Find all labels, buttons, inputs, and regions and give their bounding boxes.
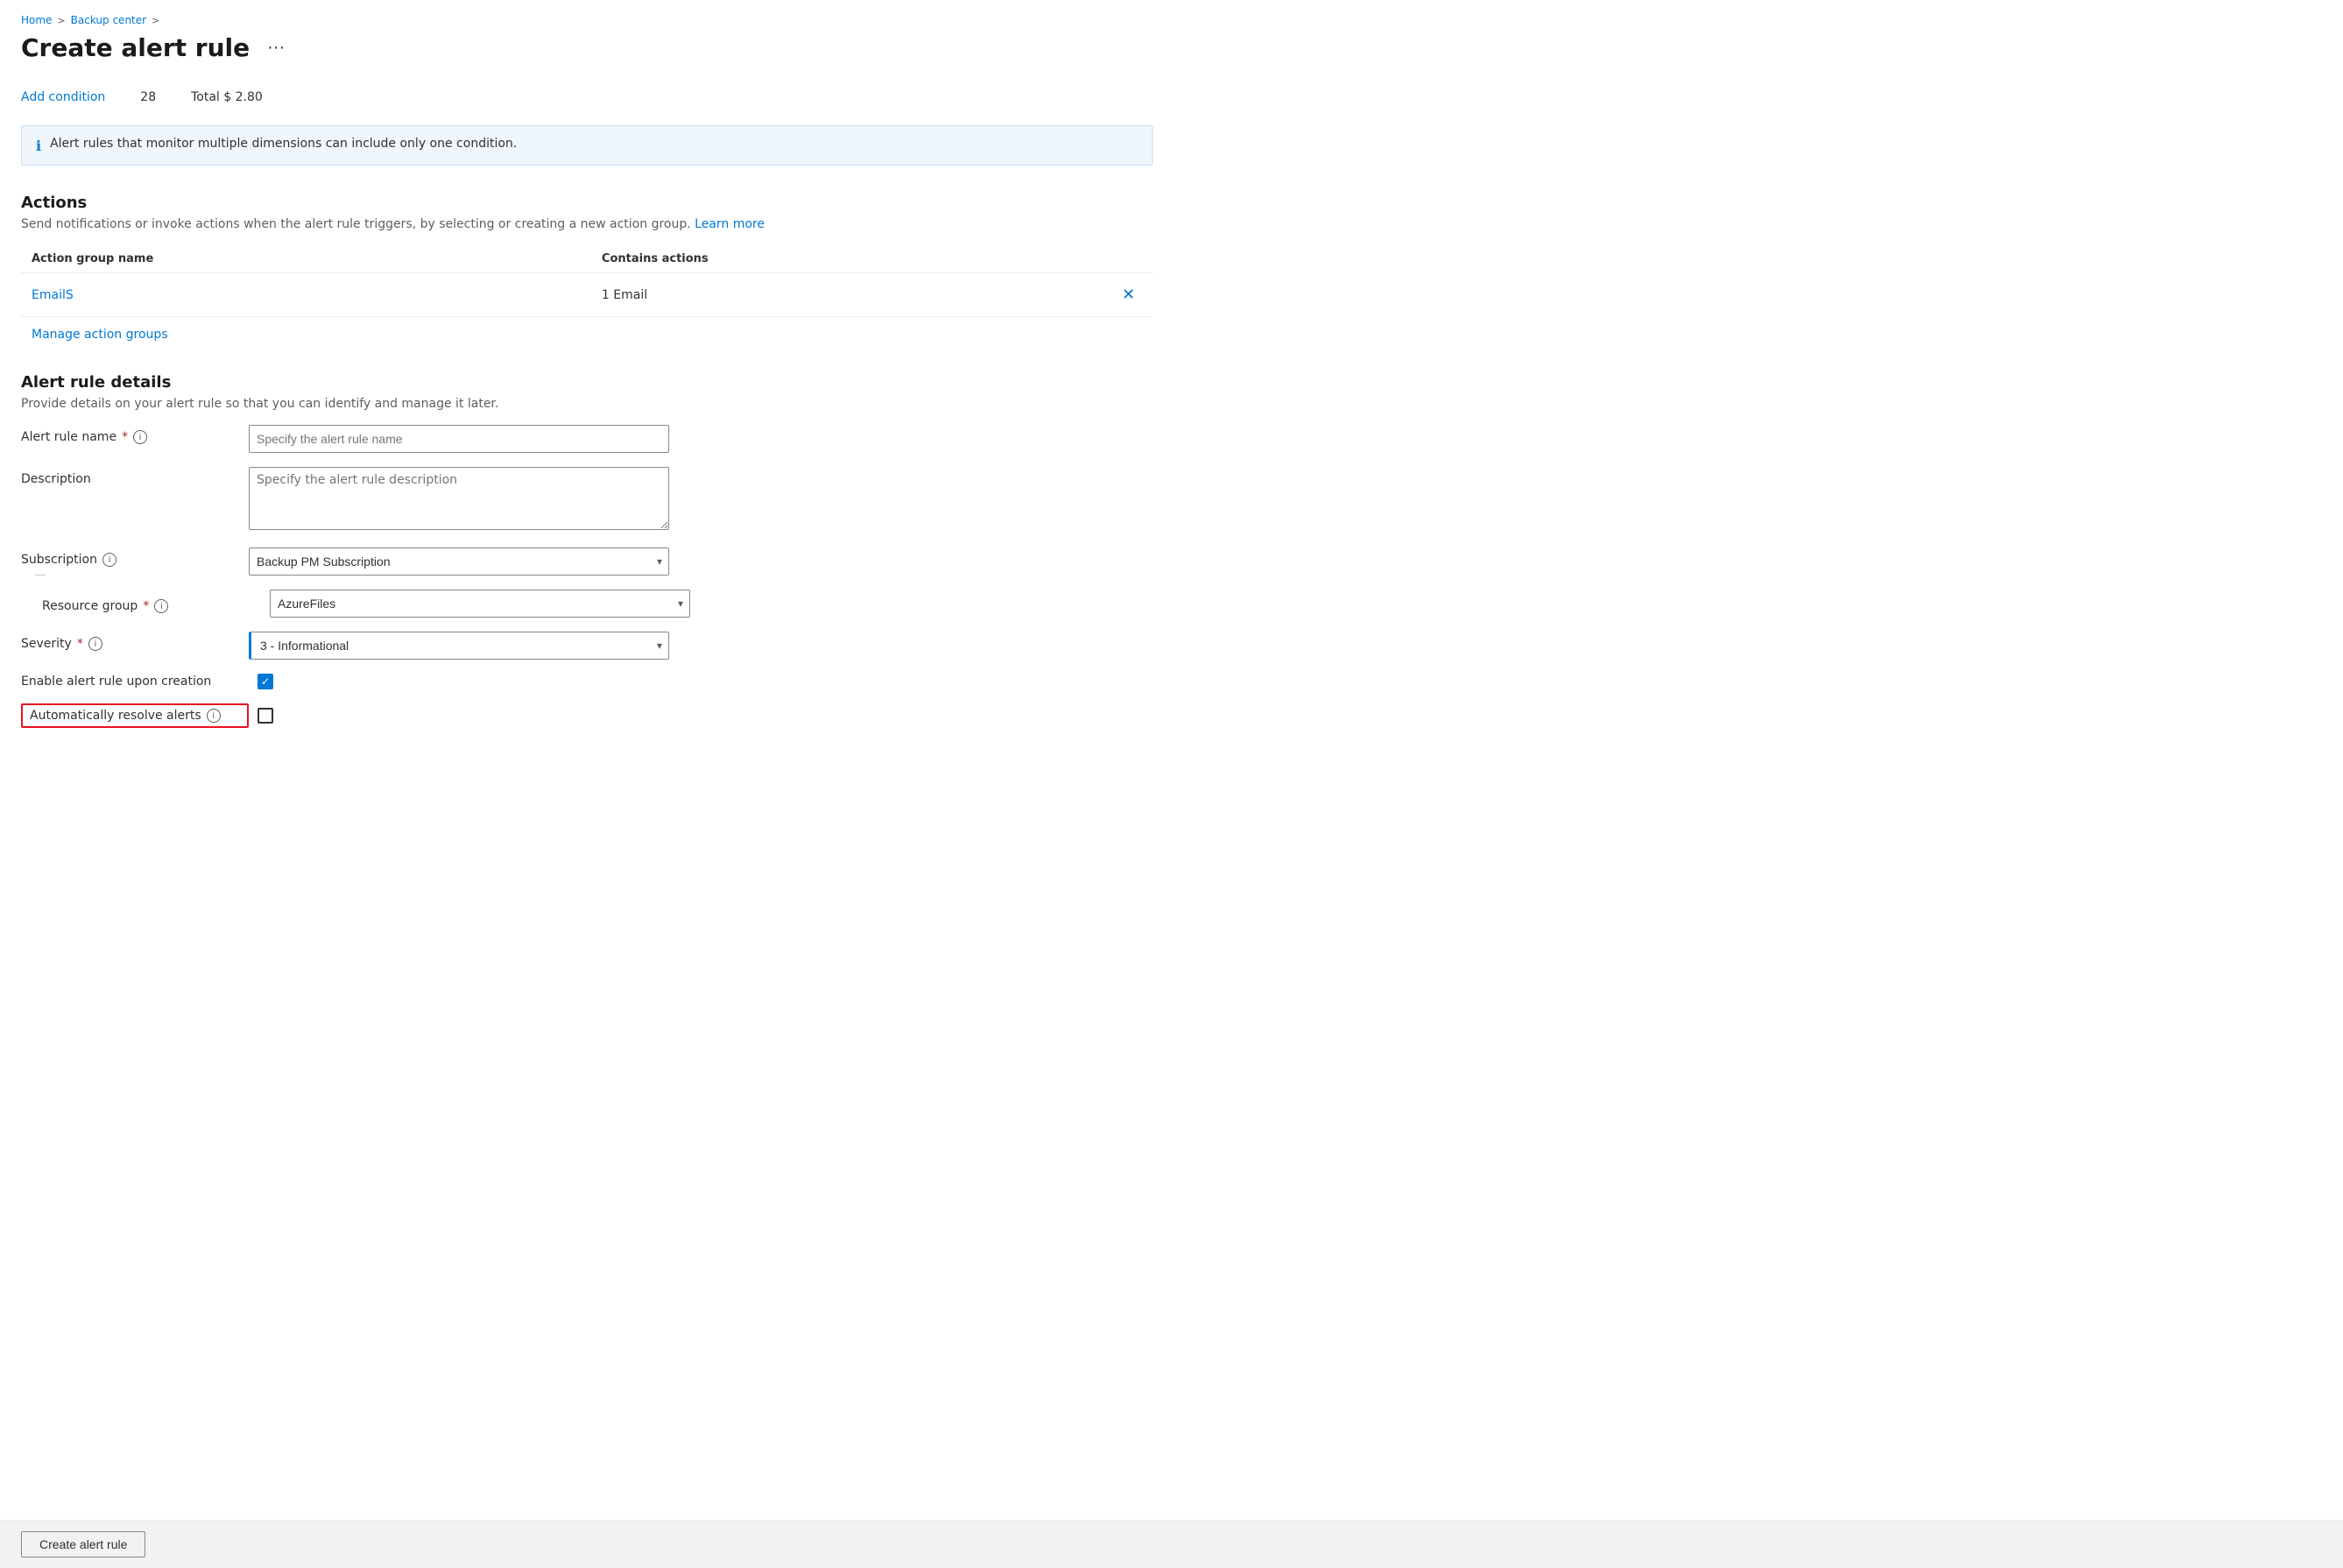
- breadcrumb-sep1: >: [57, 15, 65, 26]
- severity-label: Severity * i: [21, 632, 249, 651]
- name-info-icon[interactable]: i: [133, 430, 147, 444]
- severity-row: Severity * i 0 - Critical 1 - Error 2 - …: [21, 632, 1153, 660]
- resource-group-select[interactable]: AzureFiles: [270, 590, 690, 618]
- severity-input-col: 0 - Critical 1 - Error 2 - Warning 3 - I…: [249, 632, 669, 660]
- description-label: Description: [21, 467, 249, 486]
- page-header: Create alert rule ···: [21, 33, 1153, 62]
- manage-action-groups-link[interactable]: Manage action groups: [21, 324, 179, 345]
- actions-section-title: Actions: [21, 194, 1153, 212]
- info-banner: ℹ Alert rules that monitor multiple dime…: [21, 125, 1153, 166]
- resource-group-label: Resource group * i: [42, 594, 270, 613]
- subscription-info-icon[interactable]: i: [102, 553, 116, 567]
- col-action-group-name: Action group name: [21, 245, 591, 273]
- enable-alert-row: Enable alert rule upon creation ✓: [21, 674, 1153, 689]
- breadcrumb-sep2: >: [152, 15, 159, 26]
- auto-resolve-info-icon[interactable]: i: [207, 709, 221, 723]
- add-condition-link[interactable]: Add condition: [21, 90, 105, 104]
- details-section-desc: Provide details on your alert rule so th…: [21, 397, 1153, 411]
- auto-resolve-checkbox[interactable]: [258, 708, 273, 724]
- resource-group-input-col: AzureFiles ▾: [270, 590, 690, 618]
- page-title: Create alert rule: [21, 33, 250, 62]
- learn-more-link[interactable]: Learn more: [695, 217, 765, 231]
- summary-total: Total $ 2.80: [191, 90, 263, 104]
- summary-count: 28: [140, 90, 156, 104]
- description-row: Description: [21, 467, 1153, 533]
- severity-select[interactable]: 0 - Critical 1 - Error 2 - Warning 3 - I…: [249, 632, 669, 660]
- summary-bar: Add condition 28 Total $ 2.80: [21, 83, 1153, 111]
- resource-group-row: Resource group * i AzureFiles ▾: [21, 590, 1153, 618]
- table-row: EmailS 1 Email ✕: [21, 273, 1153, 317]
- breadcrumb: Home > Backup center >: [21, 14, 1153, 26]
- description-textarea[interactable]: [249, 467, 669, 530]
- enable-alert-label: Enable alert rule upon creation: [21, 675, 249, 689]
- resource-group-inner: Resource group * i AzureFiles ▾: [42, 590, 1153, 618]
- checkmark-icon: ✓: [261, 675, 270, 688]
- description-input-col: [249, 467, 669, 533]
- details-section-title: Alert rule details: [21, 373, 1153, 392]
- severity-required: *: [77, 637, 83, 651]
- action-group-name-cell: EmailS: [21, 273, 591, 317]
- contains-actions-cell: 1 Email: [591, 273, 1100, 317]
- subscription-select[interactable]: Backup PM Subscription: [249, 547, 669, 576]
- subscription-row: Subscription i Backup PM Subscription ▾: [21, 547, 1153, 576]
- breadcrumb-home[interactable]: Home: [21, 14, 52, 26]
- remove-cell: ✕: [1100, 273, 1153, 317]
- action-group-table: Action group name Contains actions Email…: [21, 245, 1153, 317]
- auto-resolve-label: Automatically resolve alerts i: [21, 703, 249, 728]
- resource-group-info-icon[interactable]: i: [154, 599, 168, 613]
- subscription-input-col: Backup PM Subscription ▾: [249, 547, 669, 576]
- create-alert-rule-button[interactable]: Create alert rule: [21, 1531, 145, 1557]
- enable-alert-checkbox[interactable]: ✓: [258, 674, 273, 689]
- info-icon: ℹ: [36, 138, 41, 154]
- resource-group-required: *: [143, 599, 149, 613]
- severity-select-wrapper: 0 - Critical 1 - Error 2 - Warning 3 - I…: [249, 632, 669, 660]
- actions-section: Actions Send notifications or invoke act…: [21, 194, 1153, 345]
- alert-rule-name-input[interactable]: [249, 425, 669, 453]
- alert-rule-details-section: Alert rule details Provide details on yo…: [21, 373, 1153, 728]
- name-required: *: [122, 430, 128, 444]
- actions-section-desc: Send notifications or invoke actions whe…: [21, 217, 1153, 231]
- name-label: Alert rule name * i: [21, 425, 249, 444]
- footer-bar: Create alert rule: [0, 1520, 2343, 1568]
- alert-rule-name-row: Alert rule name * i: [21, 425, 1153, 453]
- resource-group-select-wrapper: AzureFiles ▾: [270, 590, 690, 618]
- name-input-col: [249, 425, 669, 453]
- auto-resolve-row: Automatically resolve alerts i: [21, 703, 1153, 728]
- subscription-label: Subscription i: [21, 547, 249, 567]
- col-contains-actions: Contains actions: [591, 245, 1100, 273]
- severity-info-icon[interactable]: i: [88, 637, 102, 651]
- breadcrumb-backup-center[interactable]: Backup center: [71, 14, 146, 26]
- subscription-select-wrapper: Backup PM Subscription ▾: [249, 547, 669, 576]
- more-options-button[interactable]: ···: [260, 34, 292, 61]
- remove-action-group-button[interactable]: ✕: [1115, 282, 1142, 307]
- info-banner-text: Alert rules that monitor multiple dimens…: [50, 137, 517, 151]
- action-group-name-link[interactable]: EmailS: [32, 288, 74, 302]
